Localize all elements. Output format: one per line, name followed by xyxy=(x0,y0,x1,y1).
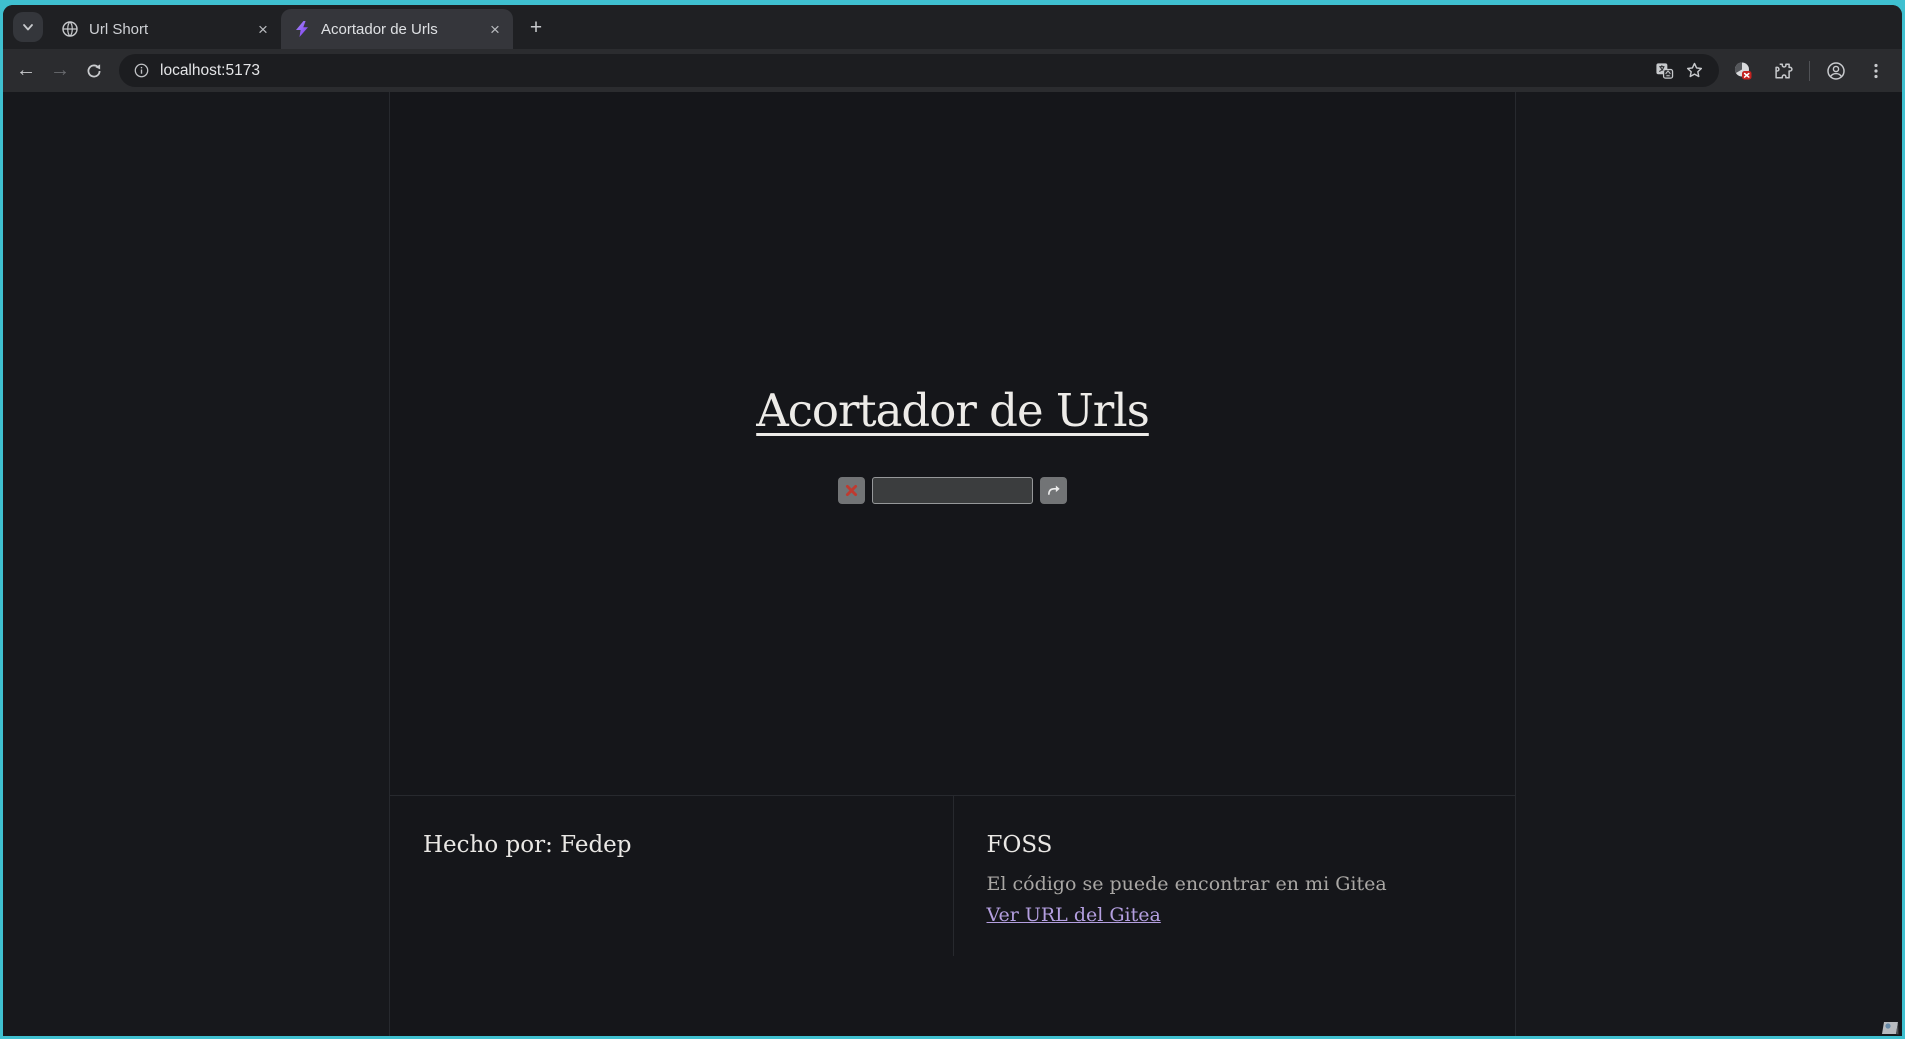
globe-icon xyxy=(61,20,79,38)
vite-logo-icon xyxy=(293,20,311,38)
back-button[interactable]: ← xyxy=(9,54,43,88)
page-viewport: Acortador de Urls xyxy=(3,92,1902,1036)
footer-foss-column: FOSS El código se puede encontrar en mi … xyxy=(953,796,1516,956)
bookmark-star-icon[interactable] xyxy=(1679,56,1709,86)
translate-icon[interactable] xyxy=(1649,56,1679,86)
tab-title: Acortador de Urls xyxy=(321,21,485,38)
url-text: localhost:5173 xyxy=(160,62,260,80)
reload-button[interactable] xyxy=(77,54,111,88)
forward-button[interactable]: → xyxy=(43,54,77,88)
toolbar-separator xyxy=(1809,61,1810,81)
foss-description: El código se puede encontrar en mi Gitea xyxy=(987,873,1486,895)
page-footer: Hecho por: Fedep FOSS El código se puede… xyxy=(390,795,1515,956)
red-x-icon xyxy=(844,483,859,498)
screenshot-indicator-icon xyxy=(1880,1020,1900,1036)
browser-window: Url Short × Acortador de Urls × + ← → xyxy=(3,5,1902,1036)
below-footer-section xyxy=(390,956,1515,1036)
tab-title: Url Short xyxy=(89,21,253,38)
foss-title: FOSS xyxy=(987,832,1486,858)
url-input[interactable] xyxy=(872,477,1033,504)
adblock-extension-icon[interactable] xyxy=(1727,55,1759,87)
hero-section: Acortador de Urls xyxy=(390,92,1515,795)
clear-button[interactable] xyxy=(838,477,865,504)
site-info-icon[interactable] xyxy=(133,62,150,79)
extensions-puzzle-icon[interactable] xyxy=(1767,55,1799,87)
app-container: Acortador de Urls xyxy=(389,92,1516,1036)
new-tab-button[interactable]: + xyxy=(521,13,551,43)
arrow-right-hook-icon xyxy=(1046,483,1061,498)
tab-url-short[interactable]: Url Short × xyxy=(49,9,281,49)
reload-icon xyxy=(85,62,103,80)
browser-toolbar: ← → localhost:5173 xyxy=(3,49,1902,92)
submit-button[interactable] xyxy=(1040,477,1067,504)
page-title: Acortador de Urls xyxy=(756,384,1149,437)
close-tab-icon[interactable]: × xyxy=(253,19,273,39)
gitea-link[interactable]: Ver URL del Gitea xyxy=(987,904,1161,926)
footer-author-column: Hecho por: Fedep xyxy=(390,796,953,956)
close-tab-icon[interactable]: × xyxy=(485,19,505,39)
toolbar-right-icons xyxy=(1727,55,1892,87)
tab-search-button[interactable] xyxy=(13,12,43,42)
url-shortener-form xyxy=(838,477,1067,504)
made-by-text: Hecho por: Fedep xyxy=(423,832,923,858)
menu-kebab-icon[interactable] xyxy=(1860,55,1892,87)
chevron-down-icon xyxy=(21,20,35,34)
address-bar[interactable]: localhost:5173 xyxy=(119,54,1719,87)
tab-acortador-active[interactable]: Acortador de Urls × xyxy=(281,9,513,49)
tab-strip: Url Short × Acortador de Urls × + xyxy=(3,5,1902,49)
profile-icon[interactable] xyxy=(1820,55,1852,87)
